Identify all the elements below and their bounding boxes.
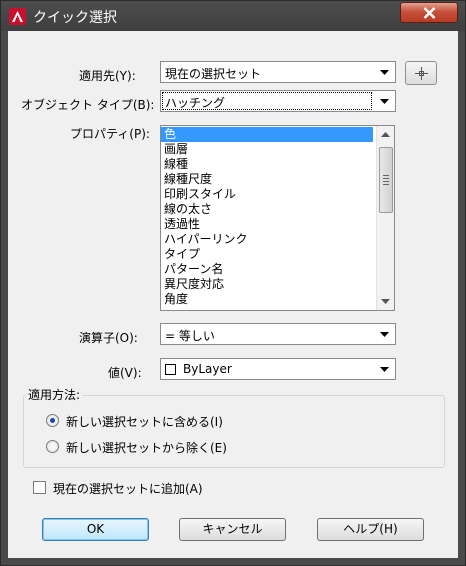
help-button[interactable]: ヘルプ(H) [317,518,424,541]
property-list-item[interactable]: 透過性 [161,217,373,232]
radio-selected-dot [50,418,55,423]
dialog-body: 適用先(Y): 現在の選択セット オブジェクト タイプ(B): ハッチング プロ… [8,31,458,558]
color-swatch [165,364,176,375]
chevron-down-icon [380,70,389,75]
operator-dropdown[interactable]: = 等しい [160,323,396,345]
object-type-dropdown[interactable]: ハッチング [160,90,396,112]
property-list-item[interactable]: 線の太さ [161,202,373,217]
scroll-up-icon[interactable] [381,132,390,137]
autocad-app-icon [9,8,26,25]
chevron-down-icon [380,99,389,104]
object-type-value: ハッチング [165,96,226,110]
append-checkbox[interactable] [33,481,46,494]
operator-label: 演算子(O): [79,331,138,345]
properties-scrollbar[interactable] [376,126,394,310]
property-list-item[interactable]: 印刷スタイル [161,187,373,202]
close-icon [423,7,436,19]
property-list-item[interactable]: 色 [161,127,373,142]
select-objects-button[interactable] [405,61,437,85]
property-list-item[interactable]: 異尺度対応 [161,277,373,292]
exclude-radio[interactable] [46,440,59,453]
ok-button[interactable]: OK [42,518,149,541]
value-dropdown[interactable]: ByLayer [160,358,396,380]
pick-objects-icon [415,67,428,80]
chevron-down-icon [380,332,389,337]
property-list-item[interactable]: パターン名 [161,262,373,277]
chevron-down-icon [380,367,389,372]
how-to-apply-group [23,395,445,468]
scroll-thumb[interactable] [379,147,393,213]
properties-items: 色画層 線種 線種尺度 印刷スタイル 線の太さ 透過性 ハイパーリンク タイプ パターン名 異尺度… [161,127,373,307]
object-type-label: オブジェクト タイプ(B): [21,98,155,112]
window-title: クイック選択 [33,10,117,26]
apply-to-value: 現在の選択セット [165,67,262,81]
close-button[interactable] [400,2,458,23]
property-list-item[interactable]: 線種 [161,157,373,172]
include-radio[interactable] [46,414,59,427]
properties-label: プロパティ(P): [70,127,150,141]
property-list-item[interactable]: 線種尺度 [161,172,373,187]
cancel-button[interactable]: キャンセル [179,518,286,541]
append-checkbox-label[interactable]: 現在の選択セットに追加(A) [53,480,203,497]
property-list-item[interactable]: 角度 [161,292,373,307]
operator-value: = 等しい [165,329,215,343]
quick-select-dialog: クイック選択 適用先(Y): 現在の選択セット オブジェクト タイプ(B): ハ… [0,0,466,566]
scroll-down-icon[interactable] [381,299,390,304]
apply-to-label: 適用先(Y): [79,69,136,83]
include-radio-label[interactable]: 新しい選択セットに含める(I) [66,413,223,430]
value-label: 値(V): [108,366,142,380]
property-list-item[interactable]: ハイパーリンク [161,232,373,247]
property-list-item[interactable]: タイプ [161,247,373,262]
how-to-apply-legend: 適用方法: [26,386,83,403]
properties-listbox[interactable]: 色画層 線種 線種尺度 印刷スタイル 線の太さ 透過性 ハイパーリンク タイプ パターン名 異尺度… [160,125,395,311]
property-list-item[interactable]: 画層 [161,142,373,157]
value-value: ByLayer [183,362,232,376]
title-bar[interactable]: クイック選択 [1,1,465,31]
apply-to-dropdown[interactable]: 現在の選択セット [160,61,396,83]
exclude-radio-label[interactable]: 新しい選択セットから除く(E) [66,439,227,456]
